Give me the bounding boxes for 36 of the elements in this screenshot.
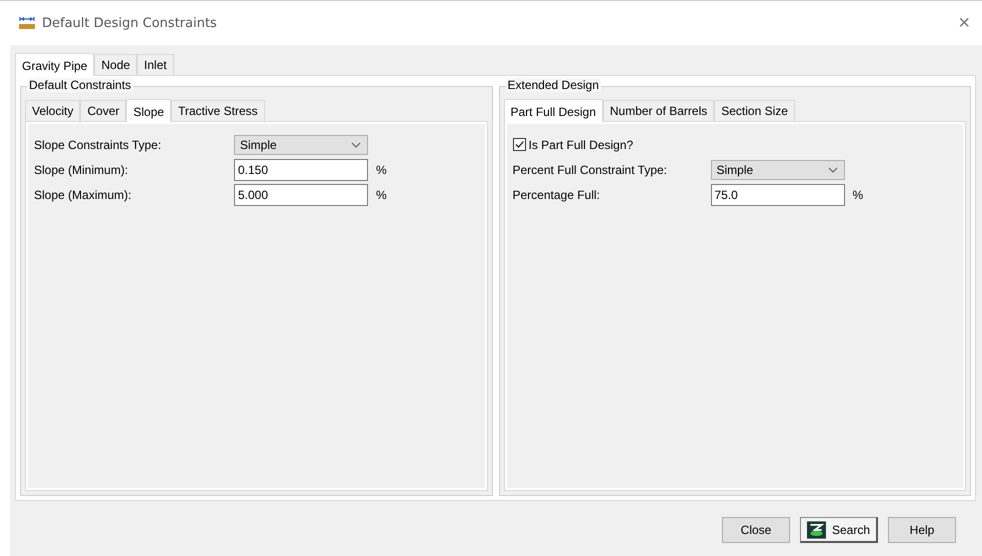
field-label: Slope (Minimum): (34, 162, 130, 176)
dialog-button[interactable]: Close (722, 517, 790, 543)
unit-label: % (376, 162, 387, 176)
dropdown[interactable]: Simple (710, 160, 844, 180)
tab[interactable]: Number of Barrels (602, 100, 714, 121)
input-field[interactable]: 5.000 (234, 184, 368, 206)
tab[interactable]: Section Size (714, 100, 795, 121)
group-title: Default Constraints (27, 78, 134, 92)
input-field[interactable]: 75.0 (710, 184, 844, 206)
chevron-down-icon (828, 166, 838, 172)
tab[interactable]: Velocity (25, 100, 80, 121)
tab[interactable]: Gravity Pipe (15, 53, 94, 76)
dropdown[interactable]: Simple (234, 134, 368, 154)
tab[interactable]: Part Full Design (504, 99, 603, 122)
window-title: Default Design Constraints (42, 16, 217, 30)
close-button[interactable]: × (958, 12, 970, 34)
tab[interactable]: Tractive Stress (171, 100, 265, 121)
tab[interactable]: Inlet (137, 54, 174, 75)
field-label: Percent Full Constraint Type: (512, 162, 668, 176)
logo-icon (807, 520, 826, 540)
dialog-button[interactable]: Search (800, 517, 878, 543)
dialog-button[interactable]: Help (888, 517, 956, 543)
tab[interactable]: Cover (80, 100, 126, 121)
unit-label: % (852, 188, 864, 202)
ruler-icon (18, 16, 36, 30)
group-title: Extended Design (506, 78, 601, 92)
unit-label: % (376, 188, 387, 202)
checkbox[interactable] (512, 138, 526, 151)
field-label: Slope (Maximum): (34, 188, 132, 202)
input-field[interactable]: 0.150 (234, 158, 368, 180)
tab[interactable]: Node (94, 54, 138, 75)
chevron-down-icon (351, 142, 361, 148)
checkbox-label[interactable]: Is Part Full Design? (528, 138, 634, 152)
field-label: Slope Constraints Type: (34, 138, 162, 152)
field-label: Percentage Full: (512, 188, 601, 202)
tab[interactable]: Slope (126, 99, 172, 122)
